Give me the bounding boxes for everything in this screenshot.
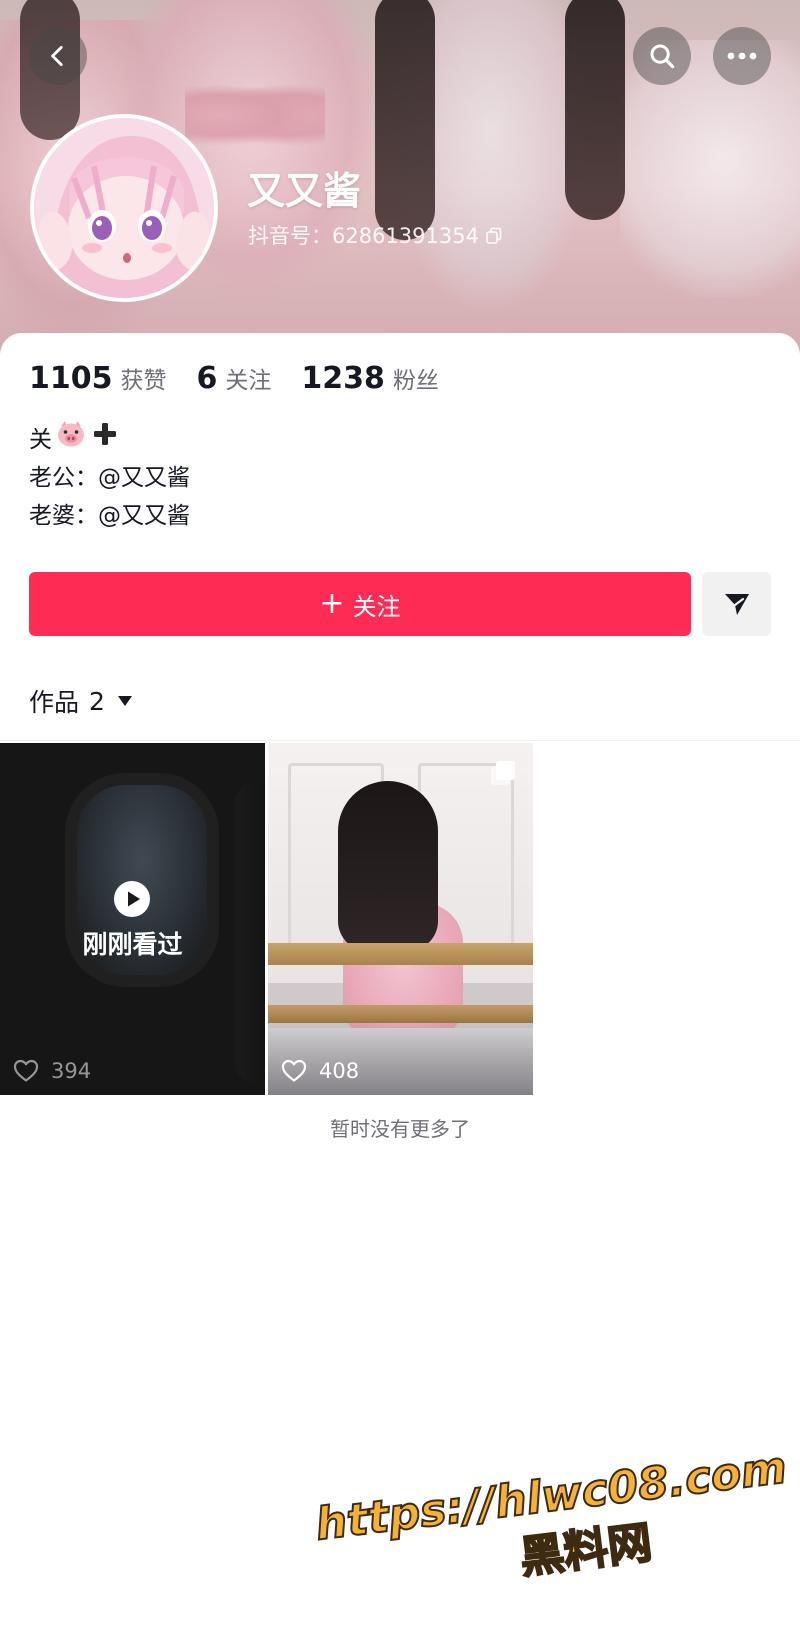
back-button[interactable] xyxy=(29,27,87,85)
send-icon xyxy=(724,594,749,615)
more-button[interactable] xyxy=(713,27,771,85)
stat-following[interactable]: 6 关注 xyxy=(197,361,272,396)
bio-line-1: 关 xyxy=(29,421,190,459)
heart-icon xyxy=(281,1059,307,1082)
stat-value: 6 xyxy=(196,361,218,396)
bio-text: 关 xyxy=(29,427,52,453)
search-button[interactable] xyxy=(633,27,691,85)
ellipsis-icon xyxy=(727,52,757,60)
caret-down-icon[interactable] xyxy=(117,695,133,707)
pig-face-icon xyxy=(56,420,86,460)
divider xyxy=(0,740,800,741)
douyin-id: 抖音号：62861391354 xyxy=(248,224,479,248)
bio-line-3: 老婆：@又又酱 xyxy=(29,503,190,529)
video-tile[interactable]: 刚刚看过 394 xyxy=(0,743,265,1095)
follow-plus: + xyxy=(319,586,345,621)
profile-card: 1105 获赞 6 关注 1238 粉丝 关 老公：@又又酱 老婆：@又又酱 +… xyxy=(0,333,800,1644)
like-count: 408 xyxy=(281,1059,359,1083)
tab-works[interactable]: 作品 2 xyxy=(29,683,133,719)
copy-icon[interactable] xyxy=(485,227,503,245)
cover-image: 又又酱 抖音号：62861391354 xyxy=(0,0,800,372)
bio-line-2: 老公：@又又酱 xyxy=(29,465,190,491)
avatar[interactable] xyxy=(30,114,218,302)
no-more-content-text: 暂时没有更多了 xyxy=(330,1117,470,1141)
follow-button[interactable]: + 关注 xyxy=(29,572,691,636)
like-count-value: 408 xyxy=(319,1059,360,1083)
like-count-value: 394 xyxy=(51,1059,92,1083)
username: 又又酱 xyxy=(247,169,362,213)
stats-row: 1105 获赞 6 关注 1238 粉丝 xyxy=(29,361,469,396)
play-icon xyxy=(114,881,150,917)
douyin-id-row[interactable]: 抖音号：62861391354 xyxy=(248,222,503,250)
works-count: 2 xyxy=(89,686,105,716)
stat-value: 1238 xyxy=(301,361,385,396)
works-label: 作品 xyxy=(29,688,80,717)
profile-page: 又又酱 抖音号：62861391354 1105 获赞 6 关注 1238 粉丝… xyxy=(0,0,800,1644)
multi-image-icon xyxy=(491,761,515,785)
stat-followers[interactable]: 1238 粉丝 xyxy=(301,361,439,396)
share-button[interactable] xyxy=(702,572,771,636)
stat-label: 获赞 xyxy=(120,368,167,394)
search-icon xyxy=(650,44,675,69)
plus-icon xyxy=(92,421,118,459)
follow-label: 关注 xyxy=(352,592,401,621)
stat-value: 1105 xyxy=(29,361,113,396)
video-tile[interactable]: 408 xyxy=(268,743,533,1095)
heart-icon xyxy=(13,1059,39,1082)
stat-label: 粉丝 xyxy=(392,368,439,394)
like-count: 394 xyxy=(13,1059,91,1083)
recently-watched-label: 刚刚看过 xyxy=(82,930,183,959)
stat-likes: 1105 获赞 xyxy=(29,361,167,396)
chevron-left-icon xyxy=(51,45,63,67)
bio: 关 老公：@又又酱 老婆：@又又酱 xyxy=(29,421,190,535)
avatar-image xyxy=(34,118,214,298)
stat-label: 关注 xyxy=(225,368,272,394)
